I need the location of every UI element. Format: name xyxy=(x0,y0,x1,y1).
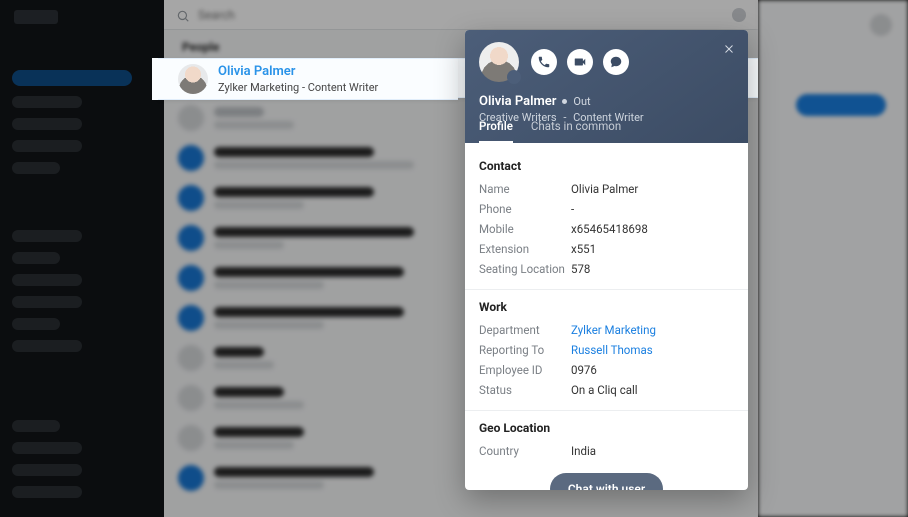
search-bar xyxy=(164,0,758,30)
primary-action-button[interactable] xyxy=(796,94,886,116)
section-contact: Contact xyxy=(479,159,734,173)
sidebar-active-item[interactable] xyxy=(12,70,132,86)
left-sidebar xyxy=(0,0,164,517)
sidebar-item[interactable] xyxy=(12,230,82,242)
sidebar-item[interactable] xyxy=(12,162,60,174)
sidebar-item[interactable] xyxy=(12,274,82,286)
label-name: Name xyxy=(479,182,571,196)
label-country: Country xyxy=(479,444,571,458)
label-empid: Employee ID xyxy=(479,363,571,377)
section-work: Work xyxy=(479,300,734,314)
chat-button[interactable] xyxy=(603,49,629,75)
list-item-name: Olivia Palmer xyxy=(218,64,444,79)
app-logo xyxy=(14,10,58,24)
audio-call-button[interactable] xyxy=(531,49,557,75)
profile-avatar xyxy=(479,42,519,82)
label-mobile: Mobile xyxy=(479,222,571,236)
clear-search-icon[interactable] xyxy=(732,8,746,22)
profile-panel: Olivia Palmer Out Creative Writers - Con… xyxy=(465,30,748,490)
user-avatar[interactable] xyxy=(870,14,892,36)
tab-profile[interactable]: Profile xyxy=(479,119,513,143)
sidebar-item[interactable] xyxy=(12,318,60,330)
tab-chats-in-common[interactable]: Chats in common xyxy=(531,119,621,143)
profile-body: Contact NameOlivia Palmer Phone- Mobilex… xyxy=(465,143,748,490)
search-input[interactable] xyxy=(198,8,724,22)
section-geo: Geo Location xyxy=(479,421,734,435)
label-status: Status xyxy=(479,383,571,397)
label-extension: Extension xyxy=(479,242,571,256)
close-icon[interactable] xyxy=(720,40,738,58)
sidebar-item[interactable] xyxy=(12,464,82,476)
sidebar-item[interactable] xyxy=(12,252,60,264)
value-department[interactable]: Zylker Marketing xyxy=(571,323,656,337)
label-phone: Phone xyxy=(479,202,571,216)
value-mobile: x65465418698 xyxy=(571,222,648,236)
sidebar-item[interactable] xyxy=(12,118,82,130)
list-item-olivia[interactable]: Olivia Palmer Zylker Marketing - Content… xyxy=(158,58,458,100)
sidebar-item[interactable] xyxy=(12,96,82,108)
value-phone: - xyxy=(571,202,574,216)
value-status: On a Cliq call xyxy=(571,383,638,397)
profile-name: Olivia Palmer xyxy=(479,94,556,109)
sidebar-item[interactable] xyxy=(12,442,82,454)
sidebar-item[interactable] xyxy=(12,296,82,308)
profile-header: Olivia Palmer Out Creative Writers - Con… xyxy=(465,30,748,143)
search-icon xyxy=(176,8,190,22)
value-name: Olivia Palmer xyxy=(571,182,638,196)
divider xyxy=(465,410,748,411)
value-country: India xyxy=(571,444,596,458)
label-seating: Seating Location xyxy=(479,262,571,276)
presence-dot-icon xyxy=(562,99,567,104)
presence-status: Out xyxy=(573,95,590,108)
label-department: Department xyxy=(479,323,571,337)
video-call-button[interactable] xyxy=(567,49,593,75)
value-seating: 578 xyxy=(571,262,590,276)
section-header: People xyxy=(182,40,219,54)
avatar xyxy=(178,64,208,94)
chat-with-user-button[interactable]: Chat with user xyxy=(550,473,663,490)
right-pane xyxy=(758,0,908,517)
sidebar-item[interactable] xyxy=(12,486,82,498)
sidebar-item[interactable] xyxy=(12,340,82,352)
profile-tabs: Profile Chats in common xyxy=(479,119,621,143)
value-extension: x551 xyxy=(571,242,596,256)
sidebar-item[interactable] xyxy=(12,420,60,432)
value-empid: 0976 xyxy=(571,363,597,377)
value-reporting[interactable]: Russell Thomas xyxy=(571,343,653,357)
list-item-subtitle: Zylker Marketing - Content Writer xyxy=(218,81,444,94)
divider xyxy=(465,289,748,290)
sidebar-item[interactable] xyxy=(12,140,82,152)
label-reporting: Reporting To xyxy=(479,343,571,357)
